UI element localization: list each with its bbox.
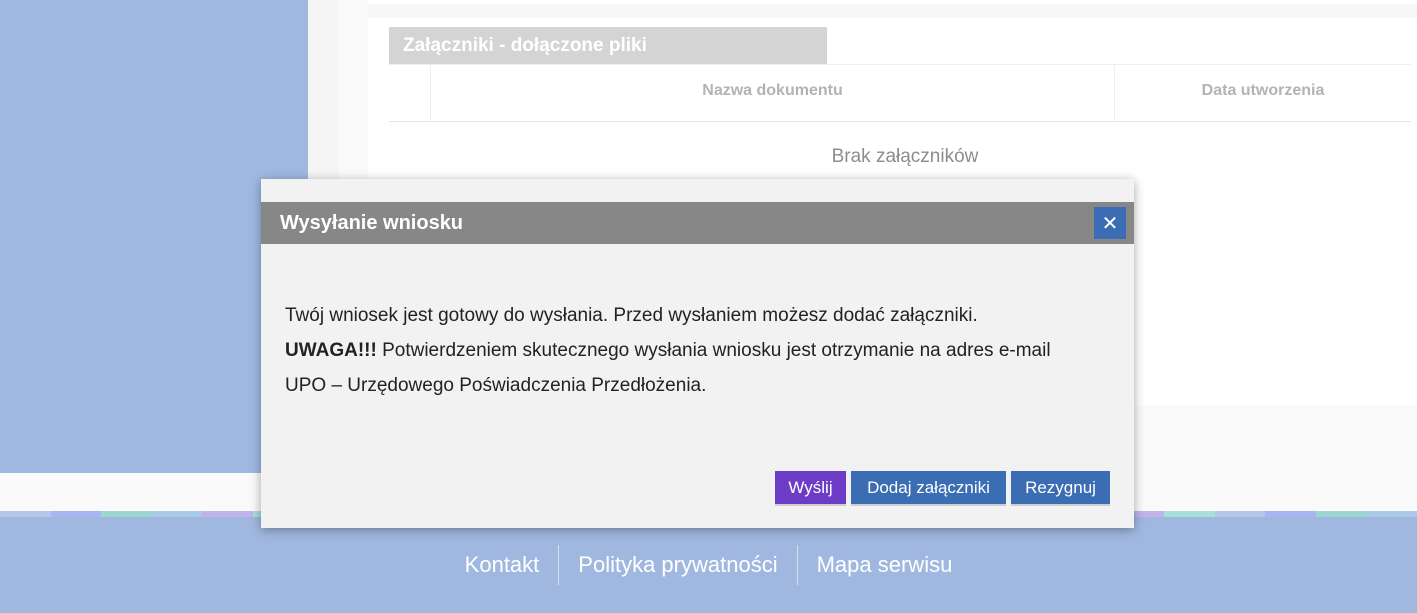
dialog-body: Twój wniosek jest gotowy do wysłania. Pr…	[285, 298, 1115, 403]
warning-text: Potwierdzeniem skutecznego wysłania wnio…	[376, 340, 1051, 361]
add-attachments-button[interactable]: Dodaj załączniki	[851, 471, 1006, 504]
dialog-message-upo: UPO – Urzędowego Poświadczenia Przedłoże…	[285, 375, 707, 396]
footer-links: Kontakt Polityka prywatności Mapa serwis…	[0, 545, 1417, 585]
footer-link-privacy-policy[interactable]: Polityka prywatności	[559, 545, 796, 585]
attachments-section-title: Załączniki - dołączone pliki	[389, 27, 827, 64]
column-header-document-name[interactable]: Nazwa dokumentu	[431, 65, 1115, 122]
close-icon[interactable]: ✕	[1094, 207, 1126, 239]
table-header: Nazwa dokumentu Data utworzenia	[389, 64, 1411, 122]
cancel-button[interactable]: Rezygnuj	[1011, 471, 1110, 504]
dialog-message-ready: Twój wniosek jest gotowy do wysłania. Pr…	[285, 305, 978, 326]
dialog-titlebar: Wysyłanie wniosku ✕	[261, 202, 1134, 244]
send-button[interactable]: Wyślij	[775, 471, 846, 504]
submit-application-dialog: Wysyłanie wniosku ✕ Twój wniosek jest go…	[261, 179, 1134, 528]
column-header-blank	[389, 65, 431, 122]
dialog-title: Wysyłanie wniosku	[280, 212, 464, 234]
dialog-message-warning: UWAGA!!! Potwierdzeniem skutecznego wysł…	[285, 333, 1115, 368]
top-strip	[368, 4, 1417, 18]
footer-link-sitemap[interactable]: Mapa serwisu	[798, 545, 972, 585]
warning-label: UWAGA!!!	[285, 340, 377, 361]
dialog-buttons: Wyślij Dodaj załączniki Rezygnuj	[775, 471, 1110, 504]
footer-link-contact[interactable]: Kontakt	[446, 545, 559, 585]
column-header-created-date[interactable]: Data utworzenia	[1115, 65, 1411, 122]
no-attachments-message: Brak załączników	[831, 146, 979, 167]
